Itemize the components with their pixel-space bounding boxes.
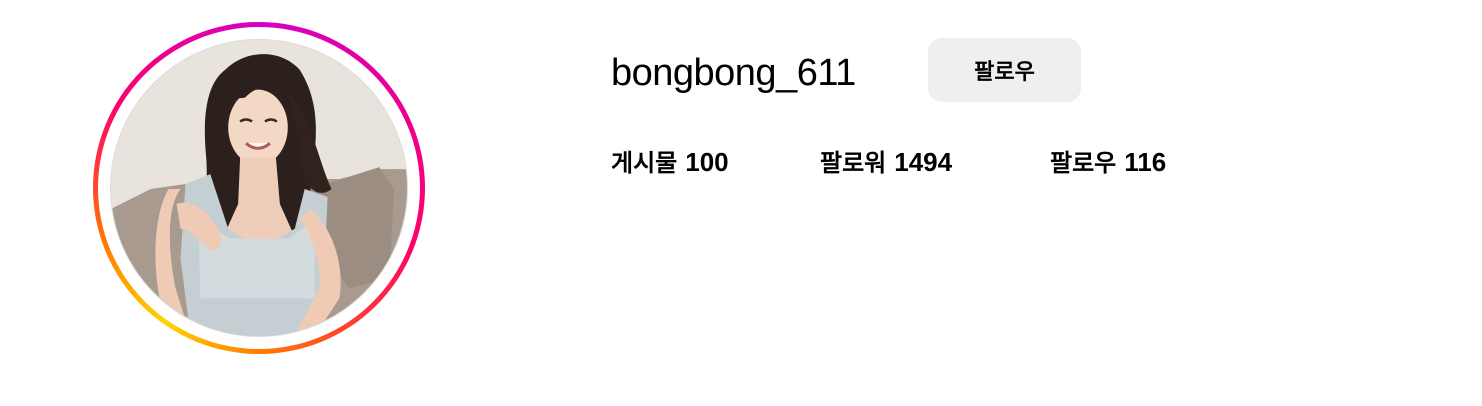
followers-value: 1494: [894, 147, 953, 177]
followers-label: 팔로워: [820, 149, 887, 177]
username: bongbong_611: [611, 52, 856, 94]
followers-count[interactable]: 팔로워 1494: [820, 144, 952, 181]
posts-count: 게시물 100: [611, 144, 729, 181]
story-ring[interactable]: [93, 22, 425, 354]
avatar-photo: [111, 40, 407, 336]
posts-value: 100: [685, 147, 729, 177]
follow-button[interactable]: 팔로우: [928, 38, 1081, 102]
following-label: 팔로우: [1050, 149, 1117, 177]
profile-header: bongbong_611 팔로우 게시물 100 팔로워 1494 팔로우 116: [0, 0, 1482, 406]
following-value: 116: [1124, 147, 1167, 177]
posts-label: 게시물: [611, 149, 678, 177]
following-count[interactable]: 팔로우 116: [1050, 144, 1166, 181]
avatar[interactable]: [110, 39, 408, 337]
